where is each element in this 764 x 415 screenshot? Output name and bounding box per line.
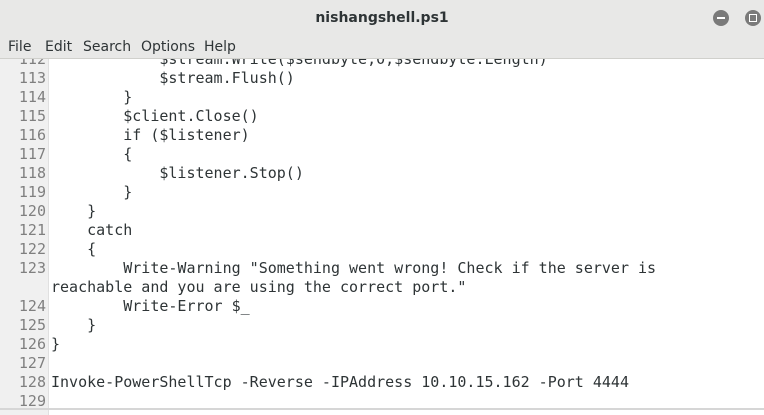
line-number: 125 [18, 316, 46, 334]
line-number: 123 [18, 259, 46, 277]
menu-options[interactable]: Options [141, 38, 195, 56]
line-number: 128 [18, 373, 46, 391]
code-text: } [51, 316, 97, 334]
line-number: 114 [18, 88, 46, 106]
line-number: 126 [18, 335, 46, 353]
code-text: } [51, 335, 61, 353]
code-line: 120 } [0, 202, 764, 221]
menu-search[interactable]: Search [83, 38, 131, 56]
code-line-wrapped: reachable and you are using the correct … [0, 278, 764, 297]
code-line: 117 { [0, 145, 764, 164]
text-editor[interactable]: 112 $stream.Write($sendbyte,0,$sendbyte.… [0, 59, 764, 415]
code-text: Write-Error $_ [51, 297, 250, 315]
code-text: { [51, 145, 133, 163]
code-line: 113 $stream.Flush() [0, 69, 764, 88]
line-number: 121 [18, 221, 46, 239]
line-number: 122 [18, 240, 46, 258]
code-line: 115 $client.Close() [0, 107, 764, 126]
code-line: 118 $listener.Stop() [0, 164, 764, 183]
line-number: 127 [18, 354, 46, 372]
code-line: 124 Write-Error $_ [0, 297, 764, 316]
code-text: $stream.Flush() [51, 69, 295, 87]
line-number: 113 [18, 69, 46, 87]
code-text: $listener.Stop() [51, 164, 304, 182]
line-number: 112 [18, 59, 46, 68]
window-title: nishangshell.ps1 [315, 10, 449, 26]
line-number: 119 [18, 183, 46, 201]
code-line: 126} [0, 335, 764, 354]
menu-file[interactable]: File [8, 38, 31, 56]
code-text: if ($listener) [51, 126, 250, 144]
code-text: $stream.Write($sendbyte,0,$sendbyte.Leng… [51, 59, 548, 68]
code-text: Invoke-PowerShellTcp -Reverse -IPAddress… [51, 373, 629, 391]
minimize-icon[interactable] [713, 10, 729, 26]
code-line: 121 catch [0, 221, 764, 240]
code-text: } [51, 202, 97, 220]
code-text: } [51, 88, 133, 106]
line-number: 124 [18, 297, 46, 315]
menu-help[interactable]: Help [204, 38, 236, 56]
maximize-icon[interactable] [745, 10, 761, 26]
code-line: 125 } [0, 316, 764, 335]
code-line: 119 } [0, 183, 764, 202]
code-line: 128 Invoke-PowerShellTcp -Reverse -IPAddr… [0, 373, 764, 392]
code-line: 122 { [0, 240, 764, 259]
code-text: Write-Warning "Something went wrong! Che… [51, 259, 657, 277]
code-line: 127 [0, 354, 764, 373]
code-text: } [51, 183, 133, 201]
menu-bar: File Edit Search Options Help [0, 36, 764, 59]
menu-edit[interactable]: Edit [45, 38, 72, 56]
code-line: 116 if ($listener) [0, 126, 764, 145]
title-bar: nishangshell.ps1 [0, 0, 764, 36]
line-number: 118 [18, 164, 46, 182]
line-number: 116 [18, 126, 46, 144]
line-number: 115 [18, 107, 46, 125]
code-line: 112 $stream.Write($sendbyte,0,$sendbyte.… [0, 59, 764, 69]
code-text: catch [51, 221, 133, 239]
code-text: reachable and you are using the correct … [51, 278, 467, 296]
code-text: { [51, 240, 97, 258]
line-number: 117 [18, 145, 46, 163]
code-text: $client.Close() [51, 107, 259, 125]
divider [0, 408, 764, 410]
code-line: 114 } [0, 88, 764, 107]
line-number: 120 [18, 202, 46, 220]
code-line: 123 Write-Warning "Something went wrong!… [0, 259, 764, 278]
